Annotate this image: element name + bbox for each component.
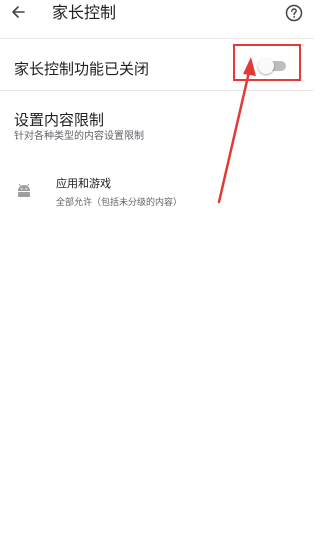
annotation-highlight-box: [233, 44, 301, 81]
android-icon: [18, 183, 30, 197]
divider: [0, 90, 314, 91]
apps-and-games-title: 应用和游戏: [56, 177, 111, 190]
page-title: 家长控制: [52, 3, 117, 22]
content-restrictions-description: 针对各种类型的内容设置限制: [14, 131, 144, 142]
app-bar: 家长控制: [0, 0, 314, 34]
back-arrow-icon[interactable]: [9, 2, 29, 22]
parental-controls-screen: 家长控制 家长控制功能已关闭 设置内容限制 针对各种类型的内容设置限制 应用和游…: [0, 0, 314, 551]
apps-and-games-rating: 全部允许（包括未分级的内容）: [56, 198, 183, 208]
divider: [0, 38, 314, 39]
content-restrictions-heading: 设置内容限制: [14, 111, 105, 129]
parental-controls-status-label: 家长控制功能已关闭: [14, 60, 150, 78]
apps-and-games-item[interactable]: 应用和游戏 全部允许（包括未分级的内容）: [0, 172, 314, 216]
help-icon[interactable]: [284, 3, 304, 23]
annotation-arrow: [217, 57, 256, 204]
